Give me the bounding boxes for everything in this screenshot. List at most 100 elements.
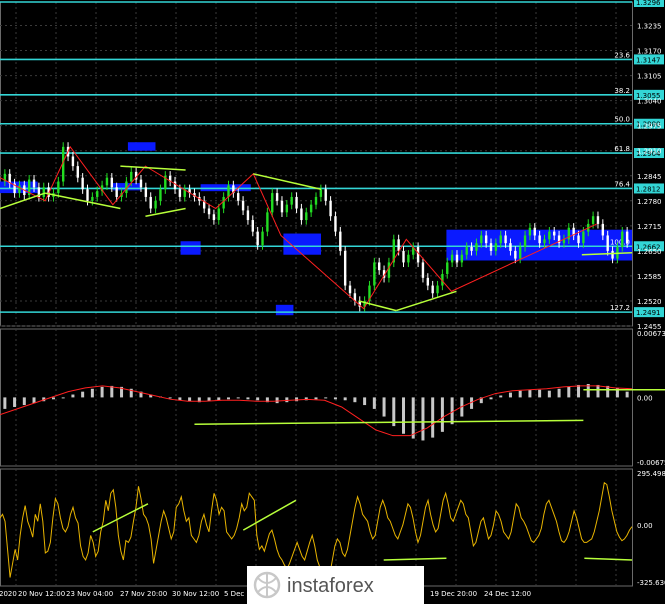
macd-bar [557,388,561,398]
candle-body [18,185,21,194]
candle-body [173,181,177,190]
candle-body [378,262,381,271]
macd-bar [489,397,493,400]
fib-ratio-label: 23.6 [614,51,630,59]
panel-frames [0,1,633,587]
candle-body [601,223,605,236]
macd-bar [411,397,415,439]
candle-body [553,231,556,236]
candle-body [237,193,240,201]
candle-body [625,231,629,244]
pattern-zone [180,241,201,255]
candle-body [314,196,318,205]
cci-tick-label: 295.4989 [637,470,665,478]
macd-panel: 0.00673 0.00 -0.00675 [0,330,665,467]
fib-ratio-label: 76.4 [614,180,630,188]
price-tick-label: 1.3105 [637,73,662,81]
candle-body [514,250,517,259]
candle-body [538,235,541,244]
candle-body [407,254,410,263]
candle-body [436,285,439,294]
candle-body [446,262,449,274]
candle-body [178,189,182,197]
candle-body [309,204,313,213]
candle-body [42,187,45,197]
macd-bar [51,397,55,400]
price-tick-label: 1.2845 [637,173,662,181]
candle-body [416,247,420,263]
cci-trend-line [383,557,447,561]
time-tick-label: 5 Dec [224,590,244,598]
macd-bar [402,397,406,434]
price-tick-label: 1.2520 [637,298,662,306]
grid [0,2,632,586]
candle-body [494,243,498,251]
price-tick-label: 1.2455 [637,323,662,331]
candle-body [548,231,551,240]
pattern-zone [275,304,294,316]
fib-ratio-label: 38.2 [614,87,630,95]
price-tick-label: 1.2715 [637,223,662,231]
candles [3,142,629,312]
candle-body [591,216,595,224]
zigzag-line [0,145,598,310]
macd-tick-label: 0.00673 [637,330,665,338]
candle-body [96,191,99,197]
candle-body [421,262,425,278]
candle-body [57,181,60,194]
macd-bar [440,397,444,432]
candle-body [509,243,512,251]
time-tick-label: 30 Nov 12:00 [172,590,219,598]
candle-body [266,212,269,232]
macd-bar [285,397,289,403]
candle-body [621,231,624,248]
candle-body [523,235,527,248]
macd-bar [363,397,367,406]
candle-body [329,200,332,217]
candle-body [251,220,254,232]
candle-body [596,216,600,224]
candle-body [489,243,493,251]
macd-bar [81,391,85,398]
price-tick-label: 1.3040 [637,98,662,106]
macd-bar [236,397,240,399]
time-tick-label: 27 Nov 20:00 [120,590,167,598]
fib-ratio-label: 127.2 [610,304,630,312]
candle-body [402,250,405,263]
candle-body [295,196,298,209]
macd-bar [13,397,17,407]
macd-bar [372,397,376,409]
candle-body [465,247,468,255]
fib-ratio-label: 61.8 [614,145,630,153]
macd-bar [567,386,571,398]
candle-body [577,235,580,244]
candle-body [241,200,245,211]
macd-bar [528,389,532,398]
level-price-label: 1.2812 [636,185,661,193]
pattern-zone [127,142,156,151]
candle-body [426,277,430,286]
watermark-text: instaforex [287,575,374,597]
candle-body [533,227,536,236]
macd-bar [256,397,260,401]
candle-body [76,166,79,178]
pattern-zones [0,142,632,316]
candle-body [373,262,376,286]
candle-body [149,196,152,209]
candle-body [256,231,259,246]
price-tick-label: 1.3170 [637,48,662,56]
fibonacci-levels: 1.32961.314723.61.305538.21.298050.01.29… [0,0,664,318]
cci-tick-label: -325.6300 [637,579,665,587]
time-tick-label: 19 Dec 20:00 [430,590,477,598]
candle-body [154,200,157,209]
macd-bar [421,397,425,441]
candle-body [484,235,488,244]
candle-body [343,250,347,286]
trend-lines [0,145,633,312]
macd-bar [246,397,250,400]
fib-ratio-label: 50.0 [614,116,630,124]
macd-bar [353,397,357,403]
chart-canvas[interactable]: 1.32961.314723.61.305538.21.298050.01.29… [0,0,665,604]
candle-body [324,189,327,201]
macd-bar [22,397,26,406]
